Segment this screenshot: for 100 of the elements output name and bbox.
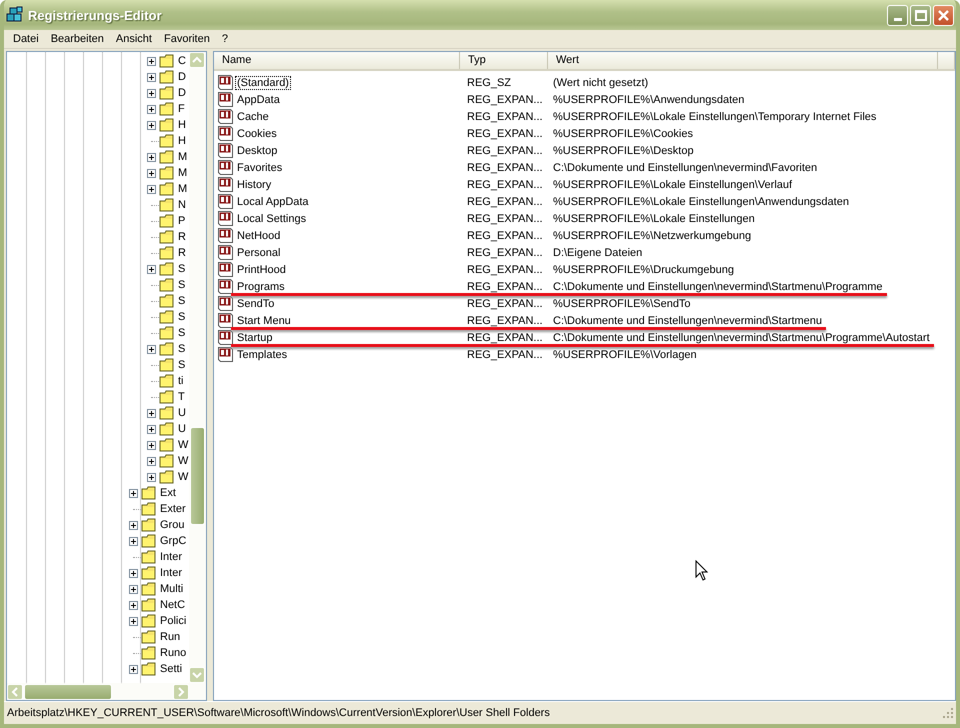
tree-item[interactable]: H — [7, 117, 189, 133]
column-header[interactable]: Wert — [548, 52, 938, 69]
tree-item[interactable]: M — [7, 149, 189, 165]
value-name[interactable]: Programs — [235, 280, 287, 294]
tree-item[interactable]: W — [7, 437, 189, 453]
column-header[interactable]: Name — [214, 52, 460, 69]
tree-item[interactable]: S — [7, 357, 189, 373]
tree-item[interactable]: S — [7, 341, 189, 357]
tree-item[interactable]: S — [7, 277, 189, 293]
maximize-button[interactable] — [910, 4, 931, 26]
value-name[interactable]: History — [235, 178, 274, 192]
vertical-scrollbar[interactable] — [189, 52, 206, 683]
horizontal-scrollbar[interactable] — [7, 683, 206, 700]
tree-item[interactable]: S — [7, 325, 189, 341]
expand-icon[interactable] — [147, 472, 156, 482]
expand-icon[interactable] — [129, 600, 138, 610]
value-name[interactable]: AppData — [235, 92, 282, 106]
tree-item[interactable]: M — [7, 181, 189, 197]
resize-grip-icon[interactable] — [942, 707, 954, 719]
expand-icon[interactable] — [147, 440, 156, 450]
tree-item[interactable]: Multi — [7, 581, 189, 597]
tree-item[interactable]: P — [7, 213, 189, 229]
folder-icon — [141, 614, 157, 628]
value-name[interactable]: Start Menu — [235, 314, 293, 328]
value-name[interactable]: Desktop — [235, 144, 280, 158]
scroll-thumb[interactable] — [190, 427, 205, 526]
expand-icon[interactable] — [147, 88, 156, 98]
expand-icon[interactable] — [129, 616, 138, 626]
value-name[interactable]: Templates — [235, 348, 290, 362]
tree-item[interactable]: T — [7, 389, 189, 405]
menu-item[interactable]: ? — [216, 33, 234, 45]
tree-item[interactable]: U — [7, 405, 189, 421]
tree-item[interactable]: D — [7, 85, 189, 101]
tree-item[interactable]: Runo — [7, 645, 189, 661]
tree-item[interactable]: S — [7, 309, 189, 325]
tree-item[interactable]: Setti — [7, 661, 189, 677]
tree-item[interactable]: ti — [7, 373, 189, 389]
expand-icon[interactable] — [129, 568, 138, 578]
tree-item[interactable]: W — [7, 469, 189, 485]
tree-item[interactable]: R — [7, 229, 189, 245]
value-name[interactable]: PrintHood — [235, 262, 288, 276]
minimize-button[interactable] — [887, 4, 908, 26]
menu-item[interactable]: Datei — [7, 33, 45, 45]
tree-item[interactable]: S — [7, 293, 189, 309]
tree-item[interactable]: GrpC — [7, 533, 189, 549]
tree-item[interactable]: M — [7, 165, 189, 181]
expand-icon[interactable] — [147, 120, 156, 130]
tree-item[interactable]: Ext — [7, 485, 189, 501]
tree-item[interactable]: R — [7, 245, 189, 261]
value-name[interactable]: Local AppData — [235, 194, 311, 208]
tree-item[interactable]: U — [7, 421, 189, 437]
expand-icon[interactable] — [147, 184, 156, 194]
value-name[interactable]: SendTo — [235, 296, 276, 310]
expand-icon[interactable] — [129, 664, 138, 674]
expand-icon[interactable] — [147, 408, 156, 418]
expand-icon[interactable] — [147, 152, 156, 162]
expand-icon[interactable] — [147, 344, 156, 354]
tree-item[interactable]: NetC — [7, 597, 189, 613]
value-name[interactable]: Personal — [235, 246, 282, 260]
expand-icon[interactable] — [147, 104, 156, 114]
expand-icon[interactable] — [129, 536, 138, 546]
expand-icon[interactable] — [129, 488, 138, 498]
expand-icon[interactable] — [147, 72, 156, 82]
tree-item[interactable]: N — [7, 197, 189, 213]
tree-item[interactable]: Inter — [7, 565, 189, 581]
value-name[interactable]: Cache — [235, 110, 271, 124]
tree-item[interactable]: S — [7, 261, 189, 277]
value-name[interactable]: Local Settings — [235, 212, 308, 226]
expand-icon[interactable] — [147, 168, 156, 178]
value-name[interactable]: Favorites — [235, 160, 284, 174]
tree-item[interactable]: H — [7, 133, 189, 149]
expand-icon[interactable] — [147, 264, 156, 274]
tree-item[interactable]: Exter — [7, 501, 189, 517]
expand-icon[interactable] — [147, 56, 156, 66]
menu-item[interactable]: Bearbeiten — [44, 33, 110, 45]
value-name[interactable]: NetHood — [235, 228, 282, 242]
folder-icon — [159, 102, 175, 116]
tree-item[interactable]: D — [7, 69, 189, 85]
tree-item[interactable]: Grou — [7, 517, 189, 533]
tree-item[interactable]: C — [7, 53, 189, 69]
close-button[interactable] — [933, 4, 954, 26]
expand-icon[interactable] — [147, 456, 156, 466]
menu-item[interactable]: Ansicht — [110, 33, 158, 45]
value-name[interactable]: (Standard) — [235, 76, 291, 90]
folder-icon — [159, 134, 175, 148]
expand-icon[interactable] — [129, 520, 138, 530]
folder-icon — [159, 54, 175, 68]
value-name[interactable]: Cookies — [235, 126, 279, 140]
tree-item[interactable]: F — [7, 101, 189, 117]
tree-item[interactable]: Inter — [7, 549, 189, 565]
column-header[interactable]: Typ — [460, 52, 548, 69]
menu-item[interactable]: Favoriten — [158, 33, 216, 45]
expand-icon[interactable] — [129, 584, 138, 594]
value-name[interactable]: Startup — [235, 330, 274, 344]
scroll-thumb[interactable] — [24, 684, 112, 700]
expand-icon[interactable] — [147, 424, 156, 434]
tree-label: Multi — [160, 583, 184, 595]
tree-item[interactable]: Run — [7, 629, 189, 645]
tree-item[interactable]: W — [7, 453, 189, 469]
tree-item[interactable]: Polici — [7, 613, 189, 629]
